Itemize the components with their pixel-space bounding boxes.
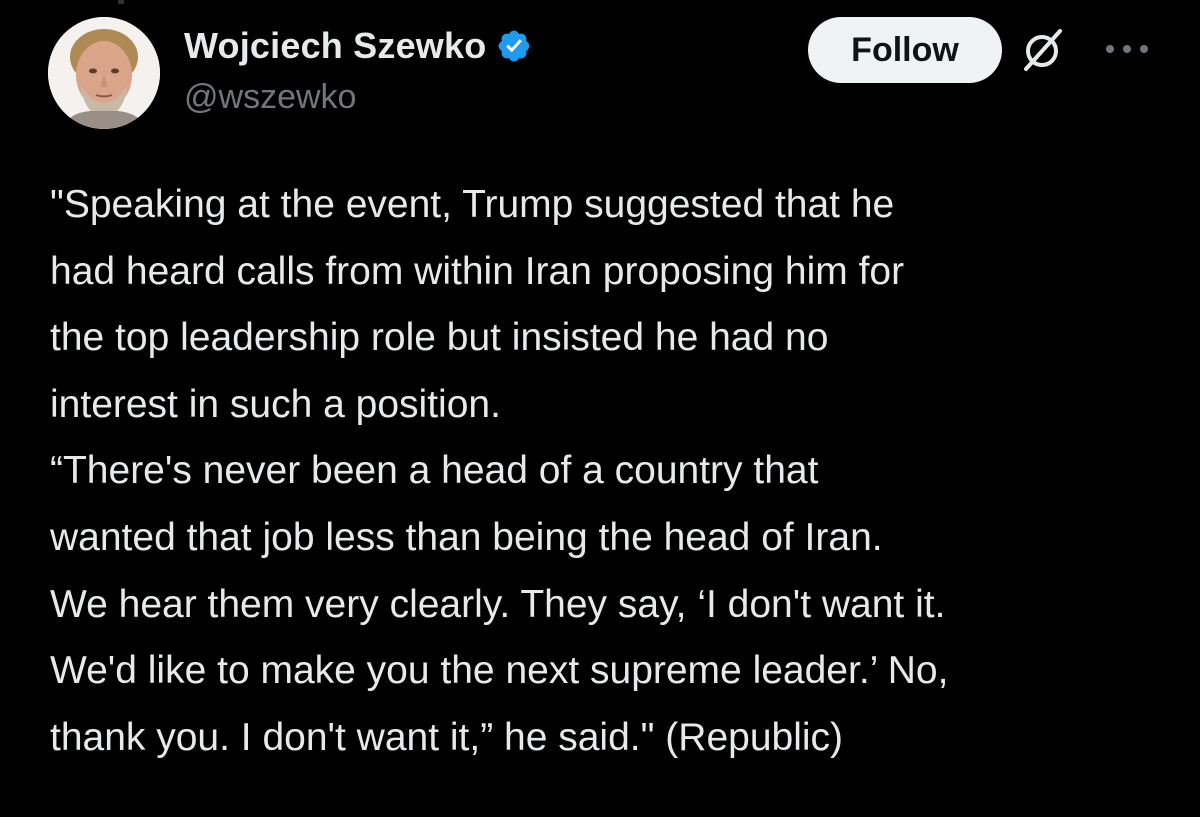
thread-connector — [118, 0, 124, 4]
tweet-card: Wojciech Szewko @wszewko Follow "Speakin… — [0, 0, 1200, 817]
tweet-text-line: the top leadership role but insisted he … — [50, 316, 829, 360]
author-handle[interactable]: @wszewko — [184, 78, 356, 117]
more-horizontal-icon[interactable] — [1102, 38, 1152, 60]
display-name[interactable]: Wojciech Szewko — [184, 25, 486, 67]
author-name-row[interactable]: Wojciech Szewko — [184, 22, 532, 70]
tweet-text-line: “There's never been a head of a country … — [50, 449, 819, 493]
tweet-text-line: "Speaking at the event, Trump suggested … — [50, 183, 895, 226]
avatar-image — [48, 17, 160, 129]
tweet-text-line: had heard calls from within Iran proposi… — [50, 249, 905, 293]
verified-badge-icon[interactable] — [496, 28, 532, 64]
tweet-text-line: thank you. I don't want it,” he said." (… — [50, 715, 844, 759]
tweet-text-line: wanted that job less than being the head… — [50, 515, 883, 559]
follow-button[interactable]: Follow — [808, 17, 1002, 83]
tweet-text-line: We hear them very clearly. They say, ‘I … — [50, 582, 946, 626]
tweet-text-line: interest in such a position. — [50, 382, 501, 426]
grok-slash-icon[interactable] — [1018, 25, 1068, 75]
avatar[interactable] — [48, 17, 160, 129]
tweet-text: "Speaking at the event, Trump suggested … — [50, 172, 1170, 771]
tweet-text-line: We'd like to make you the next supreme l… — [50, 649, 949, 693]
